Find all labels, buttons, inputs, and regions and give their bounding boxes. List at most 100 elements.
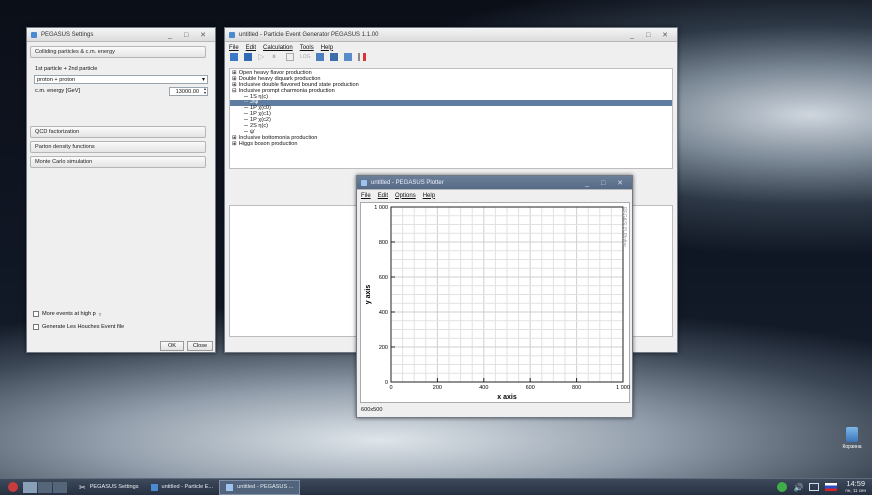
particles-label: 1st particle + 2nd particle [35, 66, 98, 72]
settings-titlebar[interactable]: PEGASUS Settings _ □ ✕ [27, 28, 215, 42]
high-pt-subscript: T [98, 311, 102, 317]
clock-date: пн, 11 сен [845, 488, 866, 493]
y-tick-label: 600 [379, 275, 388, 281]
tree-item-label: Higgs boson production [238, 140, 298, 147]
expand-icon[interactable]: ⊞ [232, 76, 237, 82]
tree-branch [244, 113, 248, 115]
plotter-title: untitled - PEGASUS Plotter [371, 179, 444, 186]
plotter-status: 600x500 [361, 407, 383, 413]
plotter-icon[interactable] [358, 53, 366, 61]
energy-label: c.m. energy [GeV] [35, 88, 81, 94]
task-settings-label: PEGASUS Settings [89, 484, 139, 490]
collapse-icon[interactable]: ⊟ [232, 88, 237, 94]
section-pdf-button[interactable]: Parton density functions [30, 141, 206, 153]
x-tick-label: 200 [433, 385, 442, 391]
checkbox-high-pt[interactable] [33, 311, 39, 317]
start-menu-icon[interactable] [8, 482, 18, 492]
plotter-titlebar[interactable]: untitled - PEGASUS Plotter _ □ ✕ [357, 176, 632, 190]
task-plotter-label: untitled - PEGASUS ... [237, 484, 294, 490]
tree-branch [244, 107, 248, 109]
x-tick-label: 600 [526, 385, 535, 391]
close-button[interactable]: Close [187, 341, 213, 351]
task-main-label: untitled - Particle E... [161, 484, 214, 490]
particles-value: proton + proton [37, 77, 76, 83]
update-icon[interactable] [777, 482, 788, 492]
menu-file[interactable]: File [361, 193, 371, 199]
tree-item[interactable]: ⊞ Higgs boson production [230, 140, 672, 148]
tree-rows: ⊞ Open heavy flavor production ⊞ Double hea… [230, 70, 672, 147]
x-tick-label: 400 [479, 385, 488, 391]
main-title: untitled - Particle Event Generator PEGA… [239, 31, 379, 38]
energy-spinbox[interactable]: 13000.00 ▴ ▾ [169, 87, 208, 96]
plot-canvas[interactable]: 0 200 400 600 800 1 000 0 200 400 600 800 1 000 x ax… [360, 202, 630, 403]
clock-time: 14:59 [846, 479, 866, 488]
new-file-icon[interactable] [230, 53, 238, 61]
y-tick-label: 400 [379, 310, 388, 316]
pause-icon[interactable]: ⏸ [272, 53, 280, 61]
menu-tools[interactable]: Tools [300, 45, 314, 51]
tools-icon[interactable] [316, 53, 324, 61]
high-pt-label: More events at high p [42, 311, 96, 317]
menu-file[interactable]: File [229, 45, 239, 51]
tree-branch [244, 119, 248, 121]
settings-title: PEGASUS Settings [41, 31, 94, 38]
x-tick-label: 1 000 [616, 385, 630, 391]
stop-icon[interactable] [286, 53, 294, 61]
checkbox-lhe[interactable] [33, 324, 39, 330]
menu-help[interactable]: Help [321, 45, 333, 51]
menu-options[interactable]: Options [395, 193, 416, 199]
ok-button[interactable]: OK [160, 341, 184, 351]
y-tick-label: 200 [379, 345, 388, 351]
trash-label: Корзина [842, 444, 862, 450]
high-pt-checkbox-row[interactable]: More events at high pT [33, 311, 101, 317]
tree-branch [244, 125, 248, 127]
pager-workspace-1[interactable] [23, 481, 37, 493]
task-main[interactable]: untitled - Particle E... [145, 480, 220, 495]
settings-window: PEGASUS Settings _ □ ✕ Colliding particl… [26, 27, 216, 353]
volume-icon[interactable]: 🔊 [793, 483, 803, 492]
menu-edit[interactable]: Edit [378, 193, 388, 199]
clock[interactable]: 14:59 пн, 11 сен [845, 480, 866, 494]
calculator-icon[interactable] [330, 53, 338, 61]
x-tick-label: 0 [389, 385, 392, 391]
pager-workspace-3[interactable] [53, 481, 67, 493]
plot-svg: 0 200 400 600 800 1 000 0 200 400 600 800 1 000 x ax… [365, 205, 630, 401]
expand-icon[interactable]: ⊞ [232, 82, 237, 88]
main-titlebar[interactable]: untitled - Particle Event Generator PEGA… [225, 28, 677, 42]
app-icon [361, 179, 367, 186]
x-axis-label: x axis [497, 394, 517, 401]
section-mc-button[interactable]: Monte Carlo simulation [30, 156, 206, 168]
menu-edit[interactable]: Edit [246, 45, 256, 51]
menu-help[interactable]: Help [423, 193, 435, 199]
pager-workspace-2[interactable] [38, 481, 52, 493]
task-settings[interactable]: ✂ PEGASUS Settings [73, 480, 145, 495]
desktop-pager[interactable] [23, 481, 67, 493]
keyboard-layout-icon[interactable] [825, 483, 838, 491]
log-icon[interactable]: LOG [300, 53, 311, 61]
expand-icon[interactable]: ⊞ [232, 141, 237, 147]
plotter-window: untitled - PEGASUS Plotter _ □ ✕ File Ed… [356, 175, 633, 418]
task-plotter[interactable]: untitled - PEGASUS ... [219, 479, 301, 495]
lhe-checkbox-row[interactable]: Generate Les Houches Event file [33, 324, 124, 330]
particles-select[interactable]: proton + proton ▾ [34, 75, 208, 84]
y-axis-label: y axis [365, 285, 372, 305]
section-colliding-button[interactable]: Colliding particles & c.m. energy [30, 46, 206, 58]
run-icon[interactable]: ▷ [258, 53, 266, 61]
app-icon [229, 31, 235, 38]
tree-branch [244, 130, 248, 132]
menu-calculation[interactable]: Calculation [263, 45, 293, 51]
expand-icon[interactable]: ⊞ [232, 135, 237, 141]
chart-icon[interactable] [344, 53, 352, 61]
window-controls[interactable]: _ □ ✕ [168, 31, 211, 39]
window-controls[interactable]: _ □ ✕ [585, 179, 628, 187]
tree-branch [244, 95, 248, 97]
section-qcd-button[interactable]: QCD factorization [30, 126, 206, 138]
plotter-watermark: PEGASUS Plotter [621, 207, 627, 248]
trash-desktop-icon[interactable]: Корзина [836, 427, 868, 450]
open-file-icon[interactable] [244, 53, 252, 61]
network-icon[interactable] [809, 483, 820, 491]
tree-view[interactable]: ⊞ Open heavy flavor production ⊞ Double hea… [229, 68, 673, 169]
x-tick-label: 800 [572, 385, 581, 391]
tools-icon: ✂ [79, 482, 86, 492]
window-controls[interactable]: _ □ ✕ [630, 31, 673, 39]
